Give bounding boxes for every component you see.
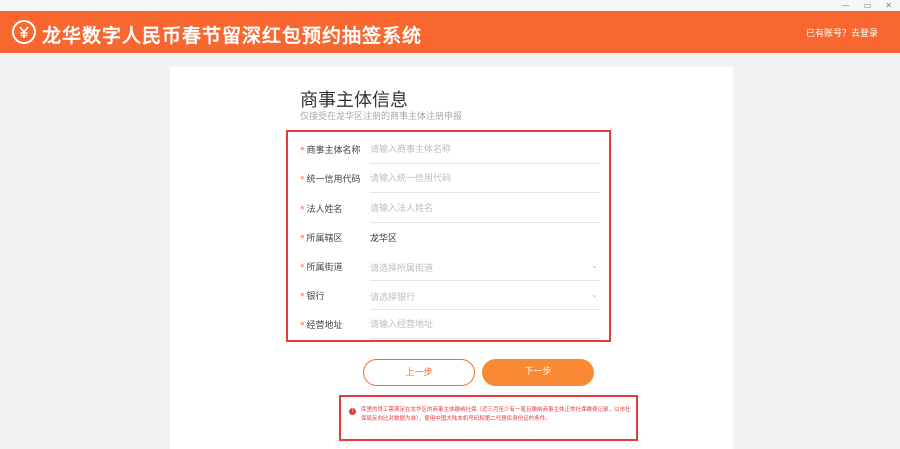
business-name-input[interactable] [370, 136, 600, 164]
field-credit-code: * 统一信用代码 [300, 165, 600, 193]
window-controls: — ▭ ✕ [842, 0, 892, 11]
field-label: * 所属辖区 [300, 234, 343, 244]
notice-box: ! 库里的员工需满足在龙华区的商事主体缴纳社保（近三月至少有一笔且缴纳商事主体正… [339, 395, 638, 441]
street-select[interactable]: 请选择所属街道 ⌄ [370, 253, 600, 281]
bank-select[interactable]: 请选择银行 ⌄ [370, 282, 600, 310]
field-bank: * 银行 请选择银行 ⌄ [300, 282, 600, 310]
chevron-down-icon: ⌄ [591, 290, 598, 299]
notice-text: 库里的员工需满足在龙华区的商事主体缴纳社保（近三月至少有一笔且缴纳商事主体正常社… [361, 407, 631, 422]
legal-person-input[interactable] [370, 195, 600, 223]
field-label: * 法人姓名 [300, 205, 343, 215]
login-link[interactable]: 已有账号？去登录 [806, 26, 878, 39]
minimize-icon[interactable]: — [842, 0, 850, 11]
window-titlebar: — ▭ ✕ [0, 0, 900, 11]
prev-step-button[interactable]: 上一步 [363, 359, 475, 386]
field-label: * 银行 [300, 292, 325, 302]
app-header: 龙华数字人民币春节留深红包预约抽签系统 已有账号？去登录 [0, 11, 900, 53]
field-label: * 所属街道 [300, 263, 343, 273]
yuan-coin-icon [12, 20, 36, 44]
field-label: * 经营地址 [300, 321, 343, 331]
field-legal-person: * 法人姓名 [300, 195, 600, 223]
field-label: * 商事主体名称 [300, 146, 361, 156]
bank-select-placeholder: 请选择银行 [370, 293, 416, 303]
next-step-button[interactable]: 下一步 [482, 359, 594, 386]
chevron-down-icon: ⌄ [591, 261, 598, 270]
street-select-placeholder: 请选择所属街道 [370, 264, 434, 274]
field-address: * 经营地址 [300, 311, 600, 339]
credit-code-input[interactable] [370, 165, 600, 193]
field-district: * 所属辖区 龙华区 [300, 224, 600, 252]
address-input[interactable] [370, 311, 600, 339]
district-value: 龙华区 [370, 234, 398, 244]
warning-icon: ! [349, 408, 356, 415]
page-subtitle: 仅接受在龙华区注册的商事主体注册申报 [300, 112, 463, 122]
field-label: * 统一信用代码 [300, 175, 361, 185]
maximize-icon[interactable]: ▭ [864, 0, 872, 11]
site-title: 龙华数字人民币春节留深红包预约抽签系统 [42, 25, 423, 47]
field-business-name: * 商事主体名称 [300, 136, 600, 164]
field-street: * 所属街道 请选择所属街道 ⌄ [300, 253, 600, 281]
close-icon[interactable]: ✕ [885, 0, 892, 11]
